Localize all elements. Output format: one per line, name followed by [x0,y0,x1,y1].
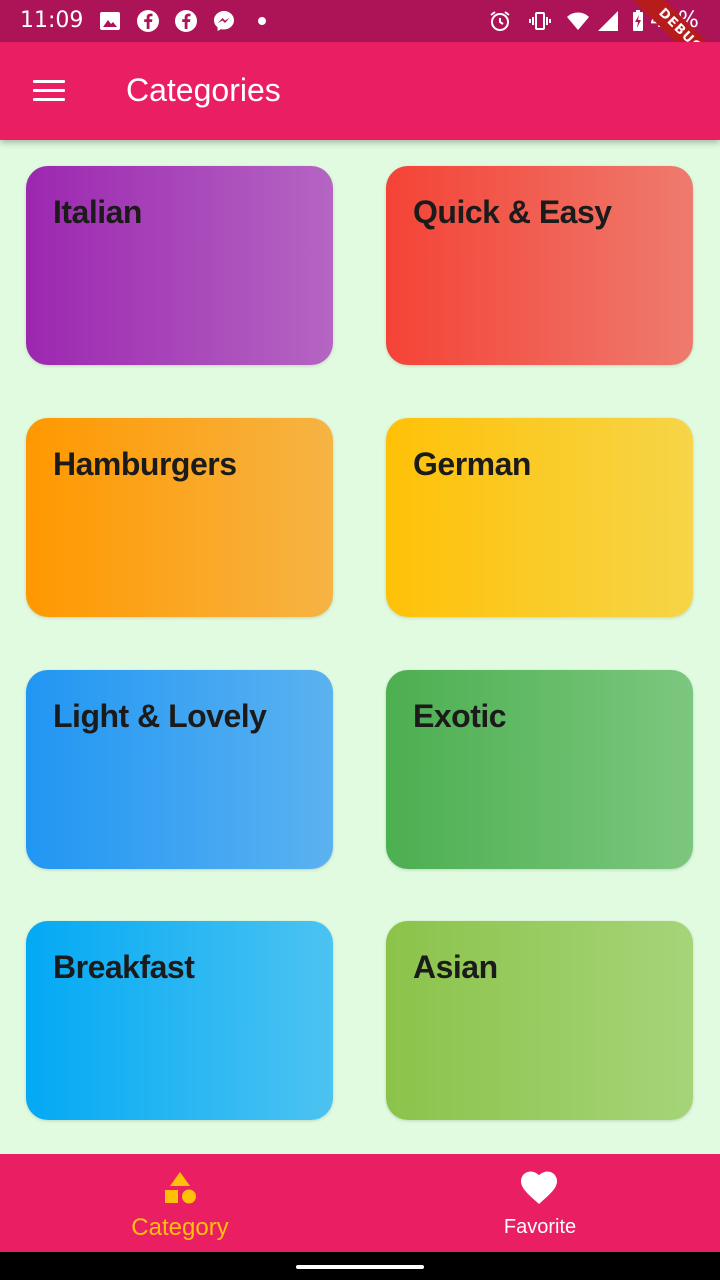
category-card-breakfast[interactable]: Breakfast [26,921,333,1120]
category-label: German [413,446,531,482]
category-card-hamburgers[interactable]: Hamburgers [26,418,333,617]
category-card-light-lovely[interactable]: Light & Lovely [26,670,333,869]
category-card-exotic[interactable]: Exotic [386,670,693,869]
category-label: Asian [413,949,498,985]
category-icon [165,1172,196,1204]
category-label: Light & Lovely [53,698,267,734]
category-label: Italian [53,194,142,230]
category-card-asian[interactable]: Asian [386,921,693,1120]
category-card-italian[interactable]: Italian [26,166,333,365]
category-label: Quick & Easy [413,194,612,230]
nav-item-favorite[interactable]: Favorite [360,1154,720,1252]
bottom-navigation: Category Favorite [0,1154,720,1252]
category-label: Breakfast [53,949,195,985]
system-navigation-bar [0,1252,720,1280]
heart-icon [521,1171,557,1204]
nav-label-category: Category [131,1214,229,1241]
nav-item-category[interactable]: Category [0,1154,360,1252]
category-grid: Italian Quick & Easy Hamburgers German L… [0,0,720,1280]
nav-label-favorite: Favorite [503,1216,577,1238]
category-label: Hamburgers [53,446,237,482]
category-card-quick-easy[interactable]: Quick & Easy [386,166,693,365]
category-label: Exotic [413,698,507,734]
home-gesture-bar[interactable] [296,1265,424,1269]
category-card-german[interactable]: German [386,418,693,617]
